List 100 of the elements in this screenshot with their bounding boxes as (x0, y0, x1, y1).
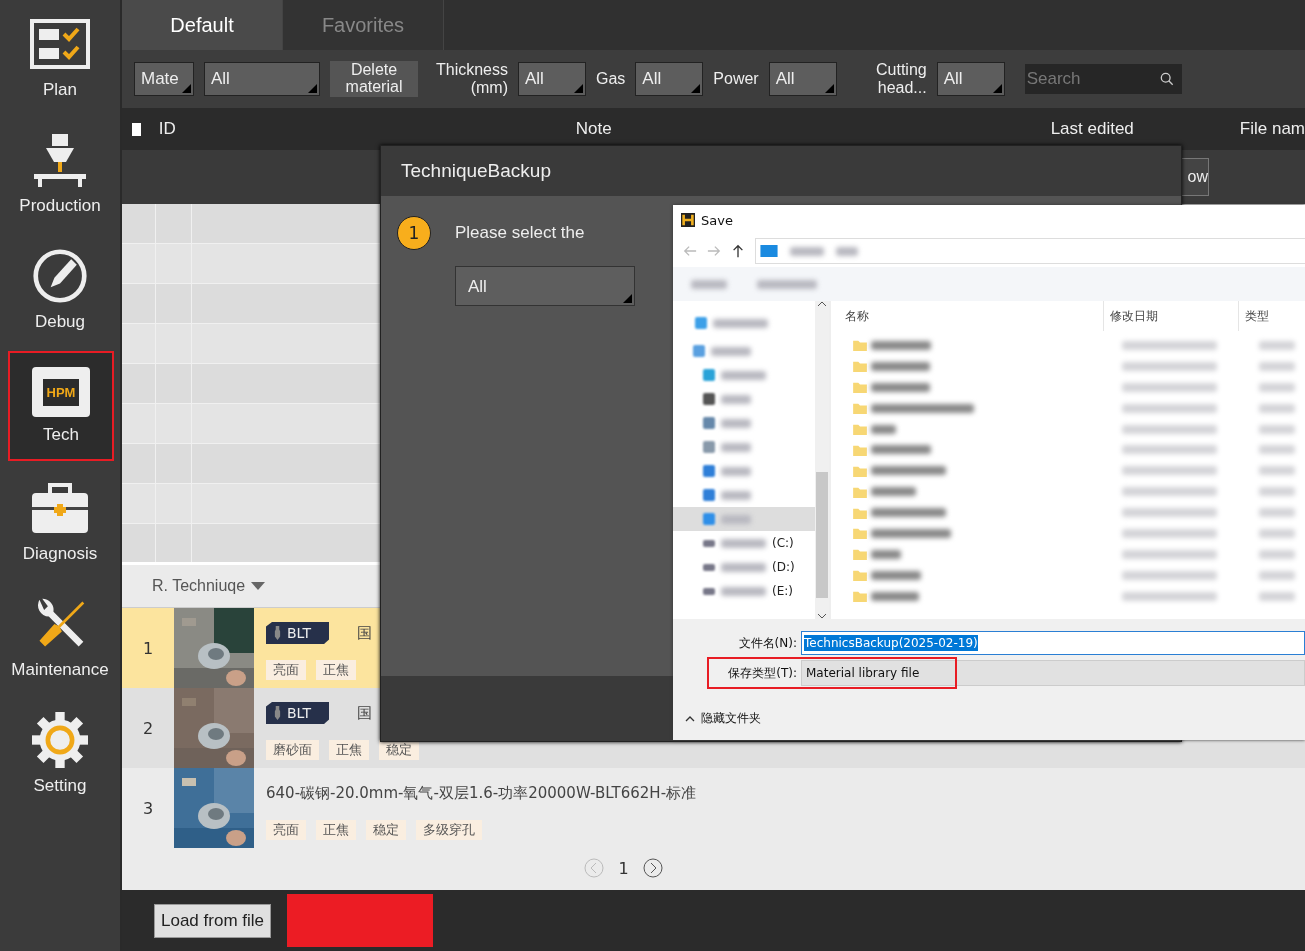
step-prompt: Please select the (455, 223, 585, 243)
nav-icon (703, 369, 715, 381)
drive-icon (703, 539, 715, 547)
tab[interactable]: Default (122, 0, 283, 50)
blurred-text (721, 466, 751, 476)
tag: 多级穿孔 (416, 820, 482, 840)
column-header: Note (575, 119, 612, 139)
folder-icon (853, 569, 867, 582)
pencil-circle-icon (30, 248, 90, 304)
select-all-checkbox[interactable] (132, 122, 141, 136)
brand-badge: BLT (266, 622, 330, 644)
blurred-text (871, 382, 930, 392)
folder-icon (853, 590, 867, 603)
sidebar-item[interactable]: Debug (0, 232, 120, 348)
sidebar-item[interactable]: Production (0, 116, 120, 232)
column-header[interactable]: 修改日期 (1104, 301, 1239, 331)
blurred-text (1259, 424, 1295, 434)
column-header[interactable]: 名称 (831, 301, 1104, 331)
dropdown[interactable]: All (768, 62, 837, 96)
blurred-text (1259, 570, 1295, 580)
blurred-text (691, 279, 727, 289)
hide-folders-toggle[interactable]: 隐藏文件夹 (685, 710, 761, 727)
sidebar-item[interactable]: Plan (0, 0, 120, 116)
file-type-dropdown[interactable]: Material library file (801, 660, 1305, 686)
blurred-text (871, 591, 919, 601)
nav-icon (703, 489, 715, 501)
nozzle-icon (274, 706, 281, 720)
up-icon[interactable] (731, 244, 745, 258)
blurred-text (790, 246, 824, 256)
dropdown[interactable]: All (936, 62, 1005, 96)
column-header[interactable]: 类型 (1239, 301, 1269, 331)
nav-icon (703, 465, 715, 477)
blurred-text (871, 570, 921, 580)
folder-icon (853, 402, 867, 415)
blurred-text (721, 442, 751, 452)
dialog-title: Save (701, 212, 733, 228)
drive-letter: (E:) (772, 584, 793, 598)
column-header: ID (158, 119, 176, 139)
page-number[interactable]: 1 (618, 858, 629, 878)
blurred-text (1259, 361, 1295, 371)
sidebar-item[interactable]: Setting (0, 696, 120, 812)
filter-label: Gas (596, 69, 626, 89)
medical-kit-icon (30, 480, 90, 536)
blurred-text (1259, 549, 1295, 559)
sidebar-item[interactable]: HPM Tech (8, 351, 114, 461)
blurred-text (1259, 508, 1295, 518)
dropdown[interactable]: All (204, 62, 320, 96)
scrollbar[interactable] (815, 301, 829, 619)
blurred-text (871, 445, 931, 455)
sidebar-item[interactable]: Maintenance (0, 580, 120, 696)
folder-icon (853, 423, 867, 435)
tag: 稳定 (379, 740, 419, 760)
search-field[interactable]: Search (1024, 64, 1182, 94)
blurred-text (1259, 591, 1295, 601)
tag: 正焦 (316, 660, 356, 680)
dropdown[interactable]: All (455, 266, 635, 306)
blurred-text (721, 514, 751, 524)
app-icon (681, 213, 695, 227)
blurred-text (711, 346, 751, 356)
settings-icon (30, 712, 90, 768)
sort-dropdown[interactable]: R. Techniuqe (152, 577, 266, 595)
sidebar-item[interactable]: Diagnosis (0, 464, 120, 580)
search-icon (1159, 72, 1174, 86)
blurred-text (1259, 466, 1295, 476)
blurred-text (871, 487, 916, 497)
nav-icon (693, 345, 705, 357)
tag: 正焦 (316, 820, 356, 840)
drive-icon (703, 563, 715, 571)
column-header: Last edited (1050, 119, 1134, 139)
dropdown[interactable]: Mate (134, 62, 194, 96)
blurred-text (757, 279, 817, 289)
checklist-icon (30, 16, 90, 72)
row-index: 1 (141, 638, 155, 658)
blurred-text (721, 586, 766, 596)
scroll-up-icon[interactable] (817, 301, 827, 307)
column-header: File nam (1239, 119, 1305, 139)
blurred-text (1259, 528, 1295, 538)
filter-label: Thickness (mm) (434, 60, 508, 98)
dropdown[interactable]: All (518, 62, 586, 96)
field-label: 文件名(N): (737, 634, 798, 652)
blurred-text (1259, 445, 1295, 455)
brand-badge: BLT (266, 702, 330, 724)
file-name-field[interactable]: TechnicsBackup(2025-02-19) (801, 631, 1305, 655)
drive-icon (703, 587, 715, 595)
blurred-text (1259, 382, 1295, 392)
folder-icon (853, 443, 867, 456)
blurred-text (871, 549, 901, 559)
scroll-down-icon[interactable] (817, 613, 827, 619)
technique-title: 国 (357, 703, 373, 723)
technique-title: 640-碳钢-20.0mm-氧气-双层1.6-功率20000W-BLT662H-标准 (266, 783, 697, 803)
blurred-text (836, 246, 858, 256)
delete-material-button[interactable]: Delete material (330, 61, 418, 97)
next-page-button[interactable] (642, 858, 663, 878)
blurred-text (721, 538, 766, 548)
blurred-text (871, 424, 896, 434)
tag: 稳定 (366, 820, 406, 840)
blurred-text (871, 361, 930, 371)
load-from-file-button[interactable]: Load from file (154, 903, 271, 938)
step-number: 1 (397, 216, 431, 250)
dropdown[interactable]: All (635, 62, 704, 96)
